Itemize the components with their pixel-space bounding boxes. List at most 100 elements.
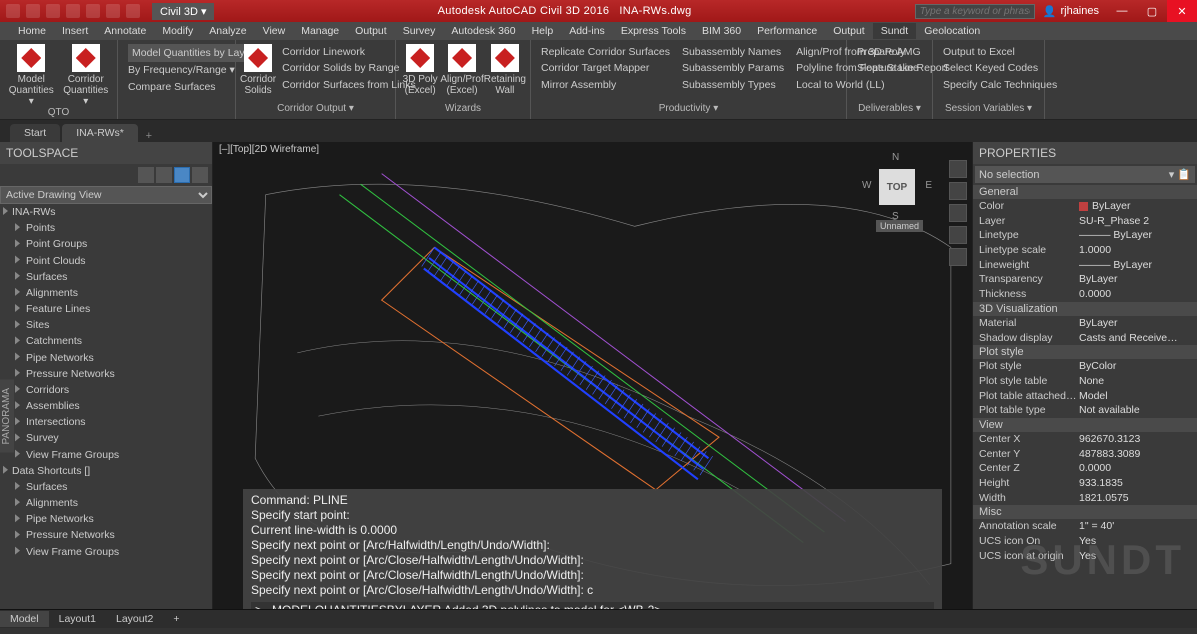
tree-shortcut-node[interactable]: Surfaces xyxy=(0,479,212,495)
ribbon-tab-help[interactable]: Help xyxy=(524,23,562,39)
nav-zoom-icon[interactable] xyxy=(949,204,967,222)
prop-row[interactable]: Lineweight——— ByLayer xyxy=(973,258,1197,273)
help-search-input[interactable] xyxy=(915,4,1035,19)
ribbon-tab-output[interactable]: Output xyxy=(347,23,395,39)
redo-icon[interactable] xyxy=(106,4,120,18)
layout-tab-add[interactable]: + xyxy=(163,611,189,627)
ribbon-tab-view[interactable]: View xyxy=(255,23,294,39)
panel-title-productivity[interactable]: Productivity ▾ xyxy=(535,103,842,117)
3d-poly-excel-button[interactable]: 3D Poly (Excel) xyxy=(400,42,440,96)
prop-section-header[interactable]: General xyxy=(973,185,1197,199)
productivity-item[interactable]: Mirror Assembly xyxy=(541,77,670,93)
prop-row[interactable]: Thickness0.0000 xyxy=(973,287,1197,302)
prop-row[interactable]: Plot table typeNot available xyxy=(973,403,1197,418)
model-quantities-button[interactable]: Model Quantities▾ xyxy=(4,42,59,107)
ribbon-tab-manage[interactable]: Manage xyxy=(293,23,347,39)
prop-row[interactable]: Plot style tableNone xyxy=(973,374,1197,389)
prop-row[interactable]: UCS icon OnYes xyxy=(973,534,1197,549)
viewcube-face[interactable]: TOP xyxy=(879,169,915,205)
toolspace-btn-3[interactable] xyxy=(174,167,190,183)
corridor-quantities-button[interactable]: Corridor Quantities▾ xyxy=(59,42,114,107)
nav-wheel-icon[interactable] xyxy=(949,160,967,178)
nav-pan-icon[interactable] xyxy=(949,182,967,200)
ribbon-tab-survey[interactable]: Survey xyxy=(395,23,444,39)
doc-tab-start[interactable]: Start xyxy=(10,124,60,142)
tree-node[interactable]: Alignments xyxy=(0,285,212,301)
prospector-tree[interactable]: INA-RWs PointsPoint GroupsPoint CloudsSu… xyxy=(0,204,212,609)
prop-row[interactable]: Shadow displayCasts and Receive… xyxy=(973,331,1197,346)
viewcube[interactable]: N S W E TOP Unnamed xyxy=(872,162,922,212)
tree-node[interactable]: Catchments xyxy=(0,333,212,349)
prop-section-header[interactable]: 3D Visualization xyxy=(973,302,1197,316)
minimize-button[interactable]: — xyxy=(1107,0,1137,22)
prop-row[interactable]: MaterialByLayer xyxy=(973,316,1197,331)
session-item[interactable]: Output to Excel xyxy=(943,44,1057,60)
app-menu-icon[interactable] xyxy=(6,4,20,18)
panel-title-corridor-output[interactable]: Corridor Output ▾ xyxy=(240,103,391,117)
command-prompt[interactable]: >_ MODELQUANTITIESBYLAYER Added 3D polyl… xyxy=(251,602,934,609)
ribbon-tab-annotate[interactable]: Annotate xyxy=(96,23,154,39)
tree-node[interactable]: Feature Lines xyxy=(0,301,212,317)
tree-node[interactable]: Pipe Networks xyxy=(0,350,212,366)
prop-row[interactable]: Width1821.0575 xyxy=(973,491,1197,506)
layout-tab-model[interactable]: Model xyxy=(0,611,49,627)
align-prof-excel-button[interactable]: Align/Prof (Excel) xyxy=(440,42,483,96)
doc-tab-add[interactable]: + xyxy=(140,130,158,142)
corridor-solids-button[interactable]: Corridor Solids xyxy=(240,42,276,96)
tree-shortcut-node[interactable]: Pressure Networks xyxy=(0,527,212,543)
ribbon-tab-add-ins[interactable]: Add-ins xyxy=(561,23,613,39)
ribbon-tab-output[interactable]: Output xyxy=(825,23,873,39)
open-icon[interactable] xyxy=(46,4,60,18)
new-icon[interactable] xyxy=(26,4,40,18)
session-item[interactable]: Select Keyed Codes xyxy=(943,60,1057,76)
ribbon-tab-sundt[interactable]: Sundt xyxy=(873,23,916,39)
ribbon-tab-autodesk-360[interactable]: Autodesk 360 xyxy=(443,23,523,39)
tree-node[interactable]: Points xyxy=(0,220,212,236)
productivity-item[interactable]: Subassembly Params xyxy=(682,60,784,76)
close-button[interactable]: ✕ xyxy=(1167,0,1197,22)
tree-node[interactable]: Assemblies xyxy=(0,398,212,414)
viewcube-north[interactable]: N xyxy=(892,152,899,163)
ribbon-tab-performance[interactable]: Performance xyxy=(749,23,825,39)
ribbon-tab-bim-360[interactable]: BIM 360 xyxy=(694,23,749,39)
toolspace-btn-2[interactable] xyxy=(156,167,172,183)
undo-icon[interactable] xyxy=(86,4,100,18)
prop-row[interactable]: Plot table attached…Model xyxy=(973,389,1197,404)
toolspace-view-select[interactable]: Active Drawing View xyxy=(0,186,212,204)
productivity-item[interactable]: Replicate Corridor Surfaces xyxy=(541,44,670,60)
tree-node[interactable]: View Frame Groups xyxy=(0,447,212,463)
productivity-item[interactable]: Subassembly Types xyxy=(682,77,784,93)
viewcube-east[interactable]: E xyxy=(925,180,932,191)
save-icon[interactable] xyxy=(66,4,80,18)
session-item[interactable]: Specify Calc Techniques xyxy=(943,77,1057,93)
prop-row[interactable]: Linetype——— ByLayer xyxy=(973,228,1197,243)
prop-row[interactable]: Center Z0.0000 xyxy=(973,461,1197,476)
panel-title-session[interactable]: Session Variables ▾ xyxy=(937,103,1040,117)
ribbon-tab-home[interactable]: Home xyxy=(10,23,54,39)
tree-node[interactable]: Corridors xyxy=(0,382,212,398)
prop-row[interactable]: TransparencyByLayer xyxy=(973,272,1197,287)
prop-section-header[interactable]: Misc xyxy=(973,505,1197,519)
productivity-item[interactable]: Subassembly Names xyxy=(682,44,784,60)
viewcube-ucs[interactable]: Unnamed xyxy=(876,220,923,232)
tree-shortcut-node[interactable]: Pipe Networks xyxy=(0,511,212,527)
panel-title-deliverables[interactable]: Deliverables ▾ xyxy=(851,103,928,117)
toolspace-help-icon[interactable] xyxy=(192,167,208,183)
drawing-viewport[interactable]: [–][Top][2D Wireframe] N S W E TOP Unnam… xyxy=(213,142,972,609)
nav-showmotion-icon[interactable] xyxy=(949,248,967,266)
tree-node[interactable]: Point Groups xyxy=(0,236,212,252)
prop-row[interactable]: Center Y487883.3089 xyxy=(973,447,1197,462)
prop-section-header[interactable]: View xyxy=(973,418,1197,432)
prop-row[interactable]: Plot styleByColor xyxy=(973,359,1197,374)
ribbon-tab-analyze[interactable]: Analyze xyxy=(201,23,254,39)
prop-section-header[interactable]: Plot style xyxy=(973,345,1197,359)
tree-data-shortcuts[interactable]: Data Shortcuts [] xyxy=(0,463,212,479)
toolspace-btn-1[interactable] xyxy=(138,167,154,183)
tree-node[interactable]: Surfaces xyxy=(0,269,212,285)
prop-row[interactable]: Annotation scale1" = 40' xyxy=(973,519,1197,534)
nav-orbit-icon[interactable] xyxy=(949,226,967,244)
tree-node[interactable]: Sites xyxy=(0,317,212,333)
retaining-wall-button[interactable]: Retaining Wall xyxy=(484,42,526,96)
panorama-tab[interactable]: PANORAMA xyxy=(0,380,14,453)
tree-root[interactable]: INA-RWs xyxy=(0,204,212,220)
